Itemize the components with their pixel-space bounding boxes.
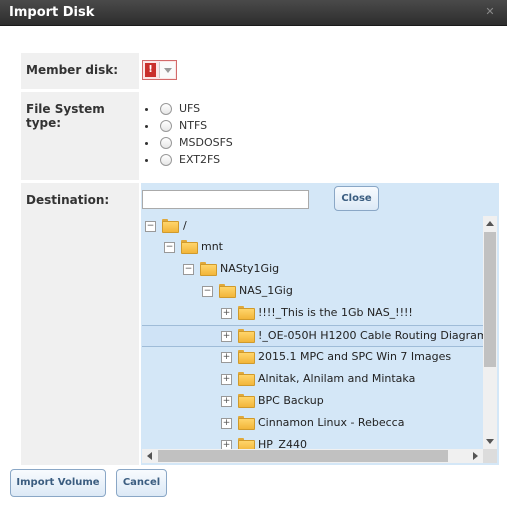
dialog-titlebar: Import Disk ✕ bbox=[0, 0, 507, 26]
tree-node-mnt[interactable]: − mnt bbox=[142, 237, 483, 259]
fs-option-msdosfs[interactable]: MSDOSFS bbox=[158, 136, 233, 153]
folder-open-icon bbox=[219, 284, 236, 298]
radio-button[interactable] bbox=[160, 137, 172, 149]
tree-node-folder[interactable]: + HP_Z440 bbox=[142, 435, 483, 449]
scrollbar-corner bbox=[483, 449, 497, 463]
tree-node-label: !!!!_This is the 1Gb NAS_!!!! bbox=[258, 306, 413, 319]
file-system-options: UFS NTFS MSDOSFS EXT2FS bbox=[158, 102, 233, 170]
vertical-scrollbar[interactable] bbox=[483, 216, 497, 449]
tree-node-folder[interactable]: + !!!!_This is the 1Gb NAS_!!!! bbox=[142, 303, 483, 325]
fs-option-ufs[interactable]: UFS bbox=[158, 102, 233, 119]
folder-open-icon bbox=[200, 262, 217, 276]
fs-option-ntfs[interactable]: NTFS bbox=[158, 119, 233, 136]
folder-open-icon bbox=[162, 219, 179, 233]
tree-node-nas-1gig[interactable]: − NAS_1Gig bbox=[142, 281, 483, 303]
tree-node-label: !_OE-050H H1200 Cable Routing Diagrams bbox=[258, 329, 483, 342]
expand-icon[interactable]: + bbox=[221, 440, 232, 449]
fs-option-ext2fs[interactable]: EXT2FS bbox=[158, 153, 233, 170]
fs-option-label: EXT2FS bbox=[179, 153, 221, 166]
folder-icon bbox=[238, 438, 255, 449]
chevron-down-icon[interactable] bbox=[159, 62, 175, 78]
scroll-left-icon[interactable] bbox=[147, 452, 152, 460]
expand-icon[interactable]: + bbox=[221, 308, 232, 319]
radio-button[interactable] bbox=[160, 154, 172, 166]
collapse-icon[interactable]: − bbox=[202, 286, 213, 297]
scroll-down-icon[interactable] bbox=[486, 439, 494, 444]
tree-node-label: NASty1Gig bbox=[220, 262, 280, 275]
tree-node-nasty1gig[interactable]: − NASty1Gig bbox=[142, 259, 483, 281]
tree-node-label: Cinnamon Linux - Rebecca bbox=[258, 416, 405, 429]
fs-option-label: MSDOSFS bbox=[179, 136, 233, 149]
expand-icon[interactable]: + bbox=[221, 418, 232, 429]
expand-icon[interactable]: + bbox=[221, 396, 232, 407]
radio-button[interactable] bbox=[160, 103, 172, 115]
folder-icon bbox=[238, 394, 255, 408]
folder-icon bbox=[238, 350, 255, 364]
collapse-icon[interactable]: − bbox=[183, 264, 194, 275]
collapse-icon[interactable]: − bbox=[145, 221, 156, 232]
horizontal-scrollbar[interactable] bbox=[142, 449, 483, 463]
folder-open-icon bbox=[181, 240, 198, 254]
expand-icon[interactable]: + bbox=[221, 352, 232, 363]
scrollbar-thumb[interactable] bbox=[484, 232, 496, 367]
warning-icon: ! bbox=[145, 63, 156, 77]
folder-icon bbox=[238, 372, 255, 386]
folder-icon bbox=[238, 416, 255, 430]
tree-node-label: Alnitak, Alnilam and Mintaka bbox=[258, 372, 416, 385]
dialog-title: Import Disk bbox=[9, 5, 95, 20]
destination-input[interactable] bbox=[142, 190, 309, 209]
destination-label: Destination: bbox=[21, 183, 139, 465]
tree-node-label: / bbox=[183, 219, 187, 232]
file-system-label: File System type: bbox=[21, 92, 139, 180]
collapse-icon[interactable]: − bbox=[164, 242, 175, 253]
scroll-right-icon[interactable] bbox=[473, 452, 478, 460]
expand-icon[interactable]: + bbox=[221, 331, 232, 342]
tree-node-label: HP_Z440 bbox=[258, 438, 307, 449]
scrollbar-thumb[interactable] bbox=[158, 450, 448, 462]
import-volume-button[interactable]: Import Volume bbox=[10, 469, 106, 497]
member-disk-select[interactable]: ! bbox=[142, 60, 177, 80]
tree-node-folder[interactable]: + Cinnamon Linux - Rebecca bbox=[142, 413, 483, 435]
tree-node-label: 2015.1 MPC and SPC Win 7 Images bbox=[258, 350, 452, 363]
cancel-button[interactable]: Cancel bbox=[116, 469, 167, 497]
tree-node-label: NAS_1Gig bbox=[239, 284, 293, 297]
tree-node-folder[interactable]: + Alnitak, Alnilam and Mintaka bbox=[142, 369, 483, 391]
fs-option-label: NTFS bbox=[179, 119, 208, 132]
tree-node-label: mnt bbox=[201, 240, 223, 253]
folder-tree: − / − mnt − NASty1Gig − NAS_1Gig + !!!!_… bbox=[142, 216, 483, 449]
fs-option-label: UFS bbox=[179, 102, 201, 115]
expand-icon[interactable]: + bbox=[221, 374, 232, 385]
member-disk-label: Member disk: bbox=[21, 53, 139, 89]
scroll-up-icon[interactable] bbox=[486, 221, 494, 226]
tree-node-folder-selected[interactable]: + !_OE-050H H1200 Cable Routing Diagrams bbox=[142, 325, 483, 347]
folder-icon bbox=[238, 329, 255, 343]
tree-node-root[interactable]: − / bbox=[142, 216, 483, 238]
close-button[interactable]: Close bbox=[334, 186, 379, 211]
close-icon[interactable]: ✕ bbox=[484, 6, 496, 18]
tree-node-folder[interactable]: + BPC Backup bbox=[142, 391, 483, 413]
folder-icon bbox=[238, 306, 255, 320]
tree-node-folder[interactable]: + 2015.1 MPC and SPC Win 7 Images bbox=[142, 347, 483, 369]
radio-button[interactable] bbox=[160, 120, 172, 132]
tree-node-label: BPC Backup bbox=[258, 394, 324, 407]
